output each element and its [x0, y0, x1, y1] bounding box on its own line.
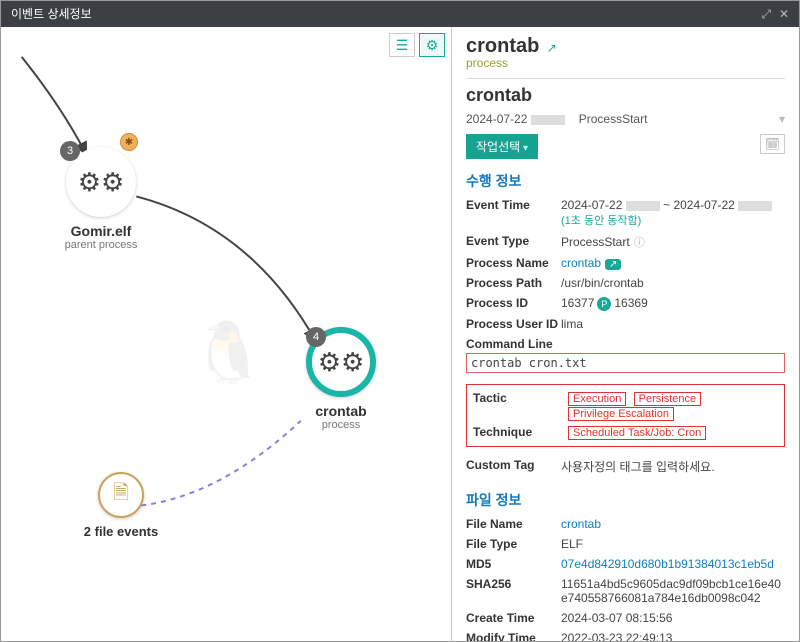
- node-title: 2 file events: [84, 524, 158, 539]
- process-user: lima: [561, 317, 785, 331]
- file-type: ELF: [561, 537, 785, 551]
- redacted: [531, 115, 565, 125]
- chevron-down-icon[interactable]: ▾: [779, 112, 785, 126]
- page-title: crontab: [466, 35, 539, 58]
- detail-panel: crontab ↗ process crontab 2024-07-22 Pro…: [451, 27, 799, 641]
- settings-button[interactable]: ⚙: [419, 33, 445, 57]
- chip-technique[interactable]: Scheduled Task/Job: Cron: [568, 426, 706, 440]
- technique-chips: Scheduled Task/Job: Cron: [568, 425, 778, 440]
- tactic-chips: Execution Persistence Privilege Escalati…: [568, 391, 778, 421]
- section-file: 파일 정보: [466, 490, 785, 510]
- node-badge: 4: [306, 327, 326, 347]
- mitre-tags: Tactic Execution Persistence Privilege E…: [466, 384, 785, 447]
- node-title: Gomir.elf: [71, 223, 132, 239]
- document-icon: 🗎: [113, 478, 129, 512]
- process-name[interactable]: crontab↗: [561, 256, 785, 270]
- gears-icon: ⚙⚙: [318, 347, 365, 378]
- node-selected-process[interactable]: ⚙⚙ 4 crontab process: [271, 327, 411, 431]
- bug-icon: ✱: [120, 133, 138, 151]
- custom-tag-input[interactable]: 사용자정의 태그를 입력하세요.: [561, 458, 785, 475]
- file-md5[interactable]: 07e4d842910d680b1b91384013c1eb5d: [561, 557, 785, 571]
- process-id: 16377P16369: [561, 296, 785, 311]
- gears-icon: ⚙⚙: [78, 167, 125, 198]
- entity-type: process: [466, 56, 785, 70]
- chip-tactic[interactable]: Persistence: [634, 392, 701, 406]
- close-icon[interactable]: ✕: [779, 1, 789, 27]
- list-view-button[interactable]: ☰: [389, 33, 415, 57]
- expand-icon[interactable]: ⤢: [761, 1, 771, 27]
- node-file-events[interactable]: 🗎 2 file events: [51, 472, 191, 539]
- section-exec: 수행 정보: [466, 171, 785, 191]
- node-parent-process[interactable]: ⚙⚙ 3 ✱ Gomir.elf parent process: [31, 147, 171, 251]
- node-subtitle: process: [322, 419, 361, 431]
- process-path: /usr/bin/crontab: [561, 276, 785, 290]
- file-mtime: 2022-03-23 22:49:13: [561, 631, 785, 641]
- action-select-button[interactable]: 작업선택: [466, 134, 538, 159]
- help-icon[interactable]: ⓘ: [634, 237, 645, 249]
- event-type: ProcessStartⓘ: [561, 234, 785, 250]
- calendar-icon[interactable]: 🗓: [760, 134, 785, 154]
- titlebar-title: 이벤트 상세정보: [11, 1, 92, 27]
- file-sha256: 11651a4bd5c9605dac9df09bcb1ce16e40e74055…: [561, 577, 785, 605]
- linux-icon: 🐧: [191, 317, 266, 388]
- event-graph[interactable]: ☰ ⚙ 🐧 ⚙⚙ 3 ✱ Gomir.elf par: [1, 27, 451, 641]
- node-subtitle: parent process: [65, 239, 138, 251]
- node-title: crontab: [315, 403, 366, 419]
- node-badge: 3: [60, 141, 80, 161]
- chip-tactic[interactable]: Privilege Escalation: [568, 407, 674, 421]
- parent-icon: P: [597, 297, 611, 311]
- file-ctime: 2024-03-07 08:15:56: [561, 611, 785, 625]
- event-time: 2024-07-22 ~ 2024-07-22 (1초 동안 동작함): [561, 198, 785, 228]
- file-name[interactable]: crontab: [561, 517, 785, 531]
- chip-tactic[interactable]: Execution: [568, 392, 626, 406]
- command-line: crontab cron.txt: [466, 353, 785, 373]
- process-header: crontab: [466, 85, 785, 106]
- open-icon[interactable]: ↗: [605, 259, 621, 270]
- meta-row: 2024-07-22 ProcessStart ▾: [466, 112, 785, 126]
- titlebar: 이벤트 상세정보 ⤢ ✕: [1, 1, 799, 27]
- external-link-icon[interactable]: ↗: [547, 41, 557, 55]
